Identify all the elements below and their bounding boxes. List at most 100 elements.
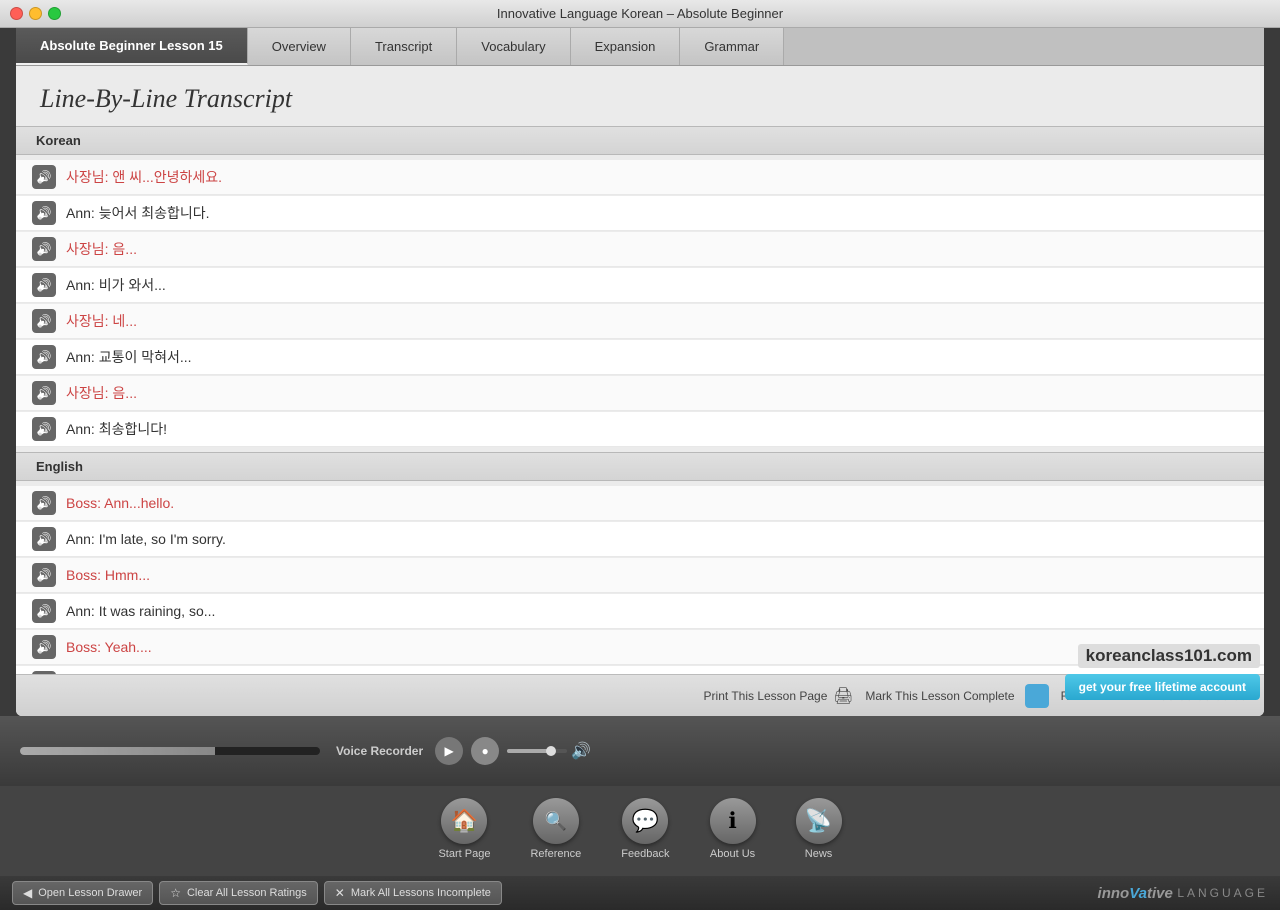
complete-action[interactable]: Mark This Lesson Complete	[865, 684, 1048, 708]
line-text: Ann: I'm late, so I'm sorry.	[66, 531, 226, 547]
volume-bar	[507, 749, 567, 753]
minimize-button[interactable]	[29, 7, 42, 20]
transcript-line: 사장님: 앤 씨...안녕하세요.	[16, 160, 1264, 195]
volume-knob[interactable]	[546, 746, 556, 756]
progress-bar-background	[20, 747, 320, 755]
tab-bar: Absolute Beginner Lesson 15 Overview Tra…	[16, 28, 1264, 66]
audio-button[interactable]	[32, 201, 56, 225]
print-label: Print This Lesson Page	[704, 689, 828, 703]
brand-language: LANGUAGE	[1177, 886, 1268, 900]
maximize-button[interactable]	[48, 7, 61, 20]
player-bar: Voice Recorder ▶ ● 🔊 koreanclass101.com …	[0, 716, 1280, 786]
brand-site: koreanclass101.com	[1078, 644, 1260, 668]
audio-button[interactable]	[32, 563, 56, 587]
transcript-line: Ann: 늦어서 최송합니다.	[16, 196, 1264, 231]
progress-bar-fill	[20, 747, 215, 755]
audio-button[interactable]	[32, 671, 56, 674]
audio-button[interactable]	[32, 491, 56, 515]
korean-lines: 사장님: 앤 씨...안녕하세요. Ann: 늦어서 최송합니다. 사장님: 음…	[16, 155, 1264, 452]
transcript-line: Ann: 최송합니다!	[16, 412, 1264, 447]
mark-incomplete-label: Mark All Lessons Incomplete	[351, 887, 491, 899]
tab-vocabulary[interactable]: Vocabulary	[457, 28, 570, 65]
volume-fill	[507, 749, 549, 753]
transcript-line: Ann: It was raining, so...	[16, 594, 1264, 629]
line-text: Boss: Yeah....	[66, 639, 152, 655]
transcript-line: 사장님: 음...	[16, 232, 1264, 267]
complete-label: Mark This Lesson Complete	[865, 689, 1014, 703]
line-text: Ann: 최송합니다!	[66, 419, 167, 439]
news-icon: 📡	[796, 798, 842, 844]
transcript-line: Boss: Hmm...	[16, 558, 1264, 593]
about-us-icon: ℹ	[710, 798, 756, 844]
drawer-icon: ◀	[23, 886, 32, 900]
tab-grammar[interactable]: Grammar	[680, 28, 784, 65]
audio-button[interactable]	[32, 165, 56, 189]
audio-button[interactable]	[32, 309, 56, 333]
tab-overview[interactable]: Overview	[248, 28, 351, 65]
player-controls: Voice Recorder ▶ ● 🔊	[336, 737, 591, 765]
reference-icon: 🔍	[533, 798, 579, 844]
print-icon: 🖨	[833, 686, 853, 706]
brand-tive: tive	[1147, 885, 1173, 902]
volume-slider[interactable]: 🔊	[507, 741, 591, 761]
line-text: 사장님: 앤 씨...안녕하세요.	[66, 167, 222, 187]
audio-button[interactable]	[32, 417, 56, 441]
line-text: Ann: 교통이 막혀서...	[66, 347, 192, 367]
audio-button[interactable]	[32, 381, 56, 405]
voice-recorder-label: Voice Recorder	[336, 744, 423, 758]
main-window: Absolute Beginner Lesson 15 Overview Tra…	[16, 28, 1264, 716]
record-button[interactable]: ●	[471, 737, 499, 765]
close-button[interactable]	[10, 7, 23, 20]
open-lesson-label: Open Lesson Drawer	[38, 887, 142, 899]
transcript-scroll[interactable]: Korean 사장님: 앤 씨...안녕하세요. Ann: 늦어서 최송합니다.…	[16, 126, 1264, 674]
line-text: Ann: It was raining, so...	[66, 603, 215, 619]
nav-item-reference[interactable]: 🔍 Reference	[510, 794, 601, 864]
nav-item-about-us[interactable]: ℹ About Us	[690, 794, 776, 864]
audio-button[interactable]	[32, 635, 56, 659]
print-action[interactable]: Print This Lesson Page 🖨	[704, 686, 854, 706]
branding-area: koreanclass101.com get your free lifetim…	[1065, 644, 1260, 700]
line-text: Boss: Hmm...	[66, 567, 150, 583]
audio-button[interactable]	[32, 527, 56, 551]
line-text: 사장님: 음...	[66, 383, 137, 403]
nav-item-feedback[interactable]: 💬 Feedback	[601, 794, 689, 864]
transcript-line: Ann: I'm late, so I'm sorry.	[16, 522, 1264, 557]
star-clear-icon: ☆	[170, 886, 181, 900]
play-button[interactable]: ▶	[435, 737, 463, 765]
bottom-toolbar: ◀ Open Lesson Drawer ☆ Clear All Lesson …	[0, 876, 1280, 910]
clear-ratings-button[interactable]: ☆ Clear All Lesson Ratings	[159, 881, 318, 905]
content-area: Line-By-Line Transcript Korean 사장님: 앤 씨.…	[16, 66, 1264, 716]
nav-label-reference: Reference	[530, 848, 581, 860]
page-title: Line-By-Line Transcript	[16, 66, 1264, 126]
nav-label-start-page: Start Page	[438, 848, 490, 860]
mark-incomplete-button[interactable]: ✕ Mark All Lessons Incomplete	[324, 881, 502, 905]
brand-vative: Va	[1129, 885, 1147, 902]
nav-item-start-page[interactable]: 🏠 Start Page	[418, 794, 510, 864]
volume-icon: 🔊	[571, 741, 591, 761]
start-page-icon: 🏠	[441, 798, 487, 844]
titlebar: Innovative Language Korean – Absolute Be…	[0, 0, 1280, 28]
transcript-line: Ann: 교통이 막혀서...	[16, 340, 1264, 375]
window-title: Innovative Language Korean – Absolute Be…	[497, 6, 783, 21]
x-icon: ✕	[335, 886, 345, 900]
audio-button[interactable]	[32, 273, 56, 297]
complete-checkbox[interactable]	[1025, 684, 1049, 708]
line-text: Boss: Ann...hello.	[66, 495, 174, 511]
tab-transcript[interactable]: Transcript	[351, 28, 457, 65]
free-account-button[interactable]: get your free lifetime account	[1065, 674, 1260, 700]
line-text: 사장님: 네...	[66, 311, 137, 331]
audio-button[interactable]	[32, 237, 56, 261]
bottom-brand-area: innoVative LANGUAGE	[1098, 884, 1268, 902]
tab-expansion[interactable]: Expansion	[571, 28, 681, 65]
nav-label-about-us: About Us	[710, 848, 755, 860]
open-lesson-drawer-button[interactable]: ◀ Open Lesson Drawer	[12, 881, 153, 905]
korean-section-header: Korean	[16, 126, 1264, 155]
english-section-header: English	[16, 452, 1264, 481]
window-controls	[10, 7, 61, 20]
brand-inno: inno	[1098, 885, 1130, 902]
audio-button[interactable]	[32, 345, 56, 369]
transcript-line: 사장님: 음...	[16, 376, 1264, 411]
audio-button[interactable]	[32, 599, 56, 623]
nav-item-news[interactable]: 📡 News	[776, 794, 862, 864]
tab-lesson[interactable]: Absolute Beginner Lesson 15	[16, 28, 248, 65]
